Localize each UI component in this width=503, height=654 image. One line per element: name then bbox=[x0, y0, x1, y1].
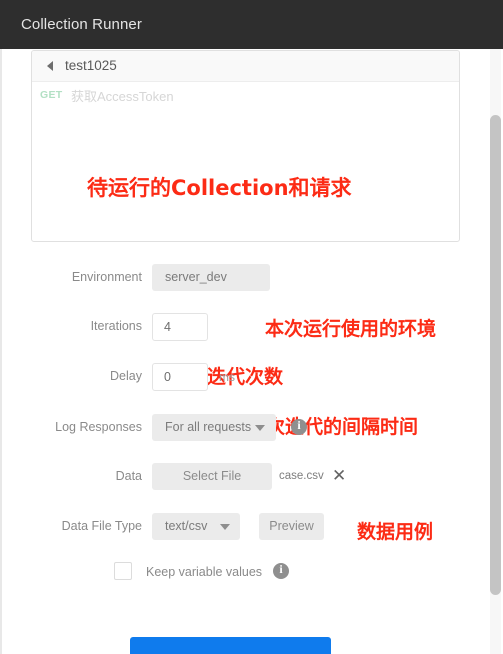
data-label: Data bbox=[115, 469, 142, 483]
data-file-type-select[interactable]: text/csv bbox=[152, 513, 240, 540]
log-responses-info-icon[interactable] bbox=[291, 418, 307, 435]
delay-unit-label: ms bbox=[219, 370, 235, 384]
request-name: 获取AccessToken bbox=[71, 89, 174, 104]
environment-value: server_dev bbox=[165, 270, 227, 284]
preview-label: Preview bbox=[269, 519, 314, 533]
collection-list-panel: test1025 GET 获取AccessToken bbox=[31, 50, 460, 242]
window-titlebar: Collection Runner bbox=[0, 0, 503, 49]
close-icon[interactable]: ✕ bbox=[332, 467, 346, 484]
data-file-type-value: text/csv bbox=[165, 519, 208, 533]
delay-label: Delay bbox=[110, 369, 142, 383]
keep-variable-values-info-icon[interactable] bbox=[273, 562, 289, 579]
form-row-keep-variable-values: Keep variable values bbox=[2, 559, 503, 589]
caret-left-icon[interactable] bbox=[47, 61, 53, 71]
log-responses-select[interactable]: For all requests bbox=[152, 414, 276, 441]
collection-header-row[interactable]: test1025 bbox=[32, 51, 459, 82]
form-row-data-file-type: Data File Type text/csv Preview bbox=[2, 513, 503, 543]
chevron-down-icon[interactable] bbox=[220, 524, 230, 530]
log-responses-value: For all requests bbox=[165, 420, 252, 434]
data-filename: case.csv bbox=[279, 470, 324, 482]
select-file-label: Select File bbox=[182, 469, 242, 483]
collection-runner-window: Collection Runner test1025 GET 获取AccessT… bbox=[0, 0, 503, 654]
environment-select[interactable]: server_dev bbox=[152, 264, 270, 291]
form-row-iterations: Iterations 4 bbox=[2, 313, 503, 343]
delay-value: 0 bbox=[164, 370, 171, 384]
form-row-delay: Delay 0 ms bbox=[2, 363, 503, 393]
request-method-badge: GET bbox=[40, 89, 63, 101]
form-row-environment: Environment server_dev bbox=[2, 264, 503, 294]
window-title: Collection Runner bbox=[21, 16, 142, 33]
data-file-type-label: Data File Type bbox=[61, 519, 142, 533]
annotation-collection: 待运行的Collection和请求 bbox=[87, 176, 352, 200]
form-row-log-responses: Log Responses For all requests bbox=[2, 414, 503, 444]
log-responses-label: Log Responses bbox=[55, 420, 142, 434]
delay-input[interactable]: 0 bbox=[152, 363, 208, 391]
form-row-data: Data Select File case.csv ✕ bbox=[2, 463, 503, 493]
select-file-button[interactable]: Select File bbox=[152, 463, 272, 490]
runner-content: test1025 GET 获取AccessToken 待运行的Collectio… bbox=[0, 49, 503, 654]
preview-button[interactable]: Preview bbox=[259, 513, 324, 540]
keep-variable-values-label: Keep variable values bbox=[146, 565, 263, 579]
chevron-down-icon[interactable] bbox=[255, 425, 265, 431]
iterations-label: Iterations bbox=[90, 319, 142, 333]
collection-name: test1025 bbox=[65, 58, 117, 73]
keep-variable-values-checkbox[interactable] bbox=[114, 562, 132, 580]
request-row[interactable]: GET 获取AccessToken bbox=[32, 82, 459, 110]
environment-label: Environment bbox=[71, 270, 142, 284]
iterations-value: 4 bbox=[164, 320, 171, 334]
run-collection-button[interactable] bbox=[130, 637, 331, 654]
iterations-input[interactable]: 4 bbox=[152, 313, 208, 341]
vertical-scrollbar-thumb[interactable] bbox=[490, 115, 501, 595]
